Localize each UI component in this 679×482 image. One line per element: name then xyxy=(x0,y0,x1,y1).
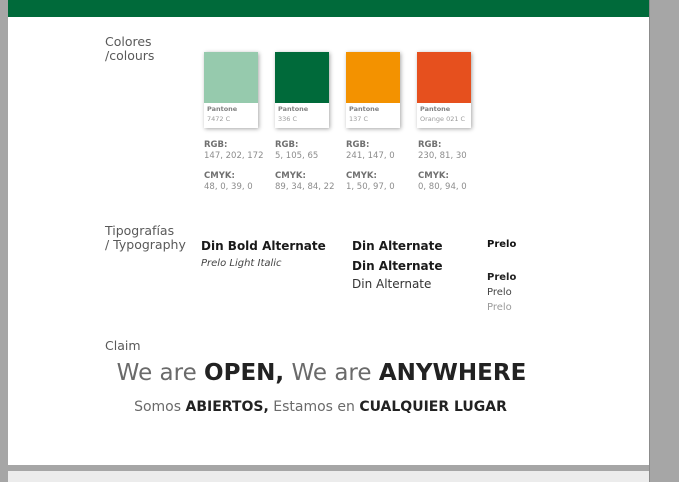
claim-spanish-cualquier-lugar: CUALQUIER LUGAR xyxy=(359,399,507,415)
rgb-label: RGB: xyxy=(418,140,442,150)
claim-heading: Claim xyxy=(105,338,141,353)
swatch-code: Orange 021 C xyxy=(420,115,466,123)
swatch-color-336c xyxy=(275,52,329,103)
swatch-name: Pantone xyxy=(420,105,451,113)
rgb-value: 5, 105, 65 xyxy=(275,151,319,161)
swatch-name: Pantone xyxy=(278,105,309,113)
top-brand-bar xyxy=(8,0,649,17)
cmyk-label: CMYK: xyxy=(346,171,377,181)
swatch-name: Pantone xyxy=(207,105,238,113)
font-sample-din-alternate-medium: Din Alternate xyxy=(352,259,443,273)
colors-heading: Colores /colours xyxy=(105,35,154,63)
typography-heading-line1: Tipografías xyxy=(105,223,175,238)
font-sample-prelo-bold: Prelo xyxy=(487,272,517,283)
claim-spanish-part3: Estamos en xyxy=(268,399,360,415)
swatch-color-7472c xyxy=(204,52,258,103)
typography-heading: Tipografías / Typography xyxy=(105,224,186,252)
swatch-color-orange021c xyxy=(417,52,471,103)
font-sample-prelo-black: Prelo xyxy=(487,239,517,250)
cmyk-label: CMYK: xyxy=(418,171,449,181)
claim-spanish-part1: Somos xyxy=(134,399,186,415)
cmyk-label: CMYK: xyxy=(275,171,306,181)
swatch-card-137c: Pantone 137 C xyxy=(346,52,400,128)
rgb-value: 147, 202, 172 xyxy=(204,151,264,161)
claim-english-part3: We are xyxy=(284,360,379,386)
swatch-card-336c: Pantone 336 C xyxy=(275,52,329,128)
swatch-code: 336 C xyxy=(278,115,298,123)
claim-spanish-abiertos: ABIERTOS, xyxy=(185,399,269,415)
font-sample-prelo-regular: Prelo xyxy=(487,287,512,298)
brand-guide-page: Colores /colours Pantone 7472 C Pantone … xyxy=(8,0,649,465)
rgb-label: RGB: xyxy=(275,140,299,150)
claim-english-open: OPEN, xyxy=(204,360,285,386)
colors-heading-line2: /colours xyxy=(105,48,155,63)
cmyk-value: 1, 50, 97, 0 xyxy=(346,182,395,192)
rgb-value: 241, 147, 0 xyxy=(346,151,395,161)
font-sample-din-bold-alternate: Din Bold Alternate xyxy=(201,239,326,253)
swatch-name: Pantone xyxy=(349,105,380,113)
cmyk-value: 0, 80, 94, 0 xyxy=(418,182,467,192)
font-sample-din-alternate-bold: Din Alternate xyxy=(352,239,443,253)
rgb-label: RGB: xyxy=(346,140,370,150)
claim-english-anywhere: ANYWHERE xyxy=(378,360,527,386)
swatch-code: 137 C xyxy=(349,115,369,123)
colors-heading-line1: Colores xyxy=(105,34,152,49)
swatch-card-orange021c: Pantone Orange 021 C xyxy=(417,52,471,128)
page-edge-divider xyxy=(649,0,650,482)
rgb-value: 230, 81, 30 xyxy=(418,151,467,161)
swatch-card-7472c: Pantone 7472 C xyxy=(204,52,258,128)
claim-english: We are OPEN, We are ANYWHERE xyxy=(1,358,642,388)
font-sample-din-alternate-regular: Din Alternate xyxy=(352,277,432,291)
claim-english-part1: We are xyxy=(116,360,205,386)
cmyk-value: 89, 34, 84, 22 xyxy=(275,182,335,192)
font-sample-prelo-light-italic: Prelo Light Italic xyxy=(201,258,282,269)
claim-spanish: Somos ABIERTOS, Estamos en CUALQUIER LUG… xyxy=(0,397,641,417)
swatch-color-137c xyxy=(346,52,400,103)
typography-heading-line2: / Typography xyxy=(105,237,186,252)
cmyk-label: CMYK: xyxy=(204,171,235,181)
rgb-label: RGB: xyxy=(204,140,228,150)
next-page-edge xyxy=(8,471,649,482)
font-sample-prelo-light: Prelo xyxy=(487,302,512,313)
swatch-code: 7472 C xyxy=(207,115,231,123)
cmyk-value: 48, 0, 39, 0 xyxy=(204,182,253,192)
